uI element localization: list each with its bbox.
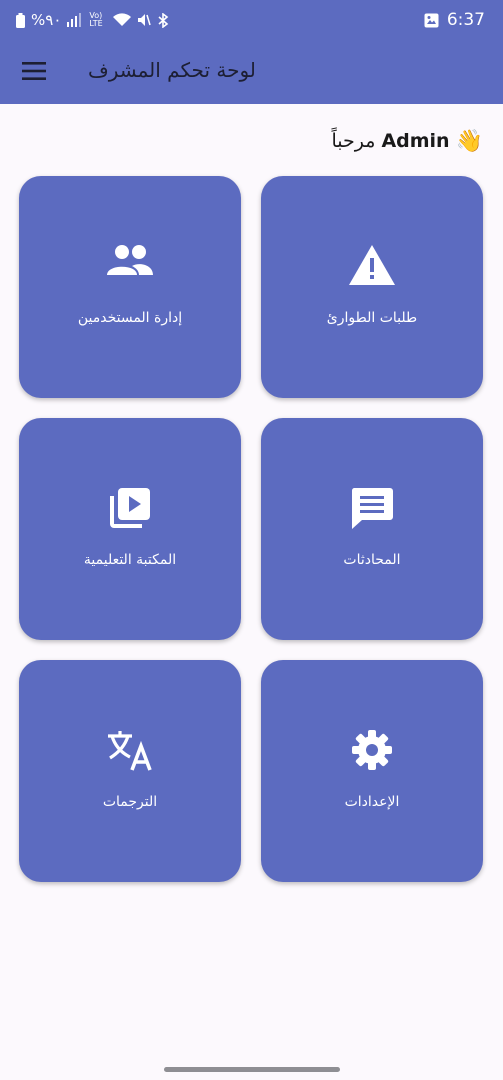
home-indicator[interactable] bbox=[164, 1067, 340, 1072]
status-bar: %٩٠ Vo) LTE 6:37 bbox=[0, 0, 503, 44]
welcome-greeting: مرحباً bbox=[331, 130, 376, 152]
tile-label: إدارة المستخدمين bbox=[77, 310, 183, 326]
tile-conversations[interactable]: المحادثات bbox=[261, 418, 483, 640]
tile-emergency-requests[interactable]: طلبات الطوارئ bbox=[261, 176, 483, 398]
tile-label: المحادثات bbox=[343, 552, 401, 568]
chat-icon bbox=[350, 486, 394, 534]
tile-label: الإعدادات bbox=[344, 794, 400, 810]
tile-label: المكتبة التعليمية bbox=[83, 552, 177, 568]
welcome-name: Admin bbox=[381, 130, 450, 152]
status-icons-left: %٩٠ Vo) LTE bbox=[16, 11, 169, 29]
page-title: لوحة تحكم المشرف bbox=[88, 58, 256, 82]
tile-label: الترجمات bbox=[102, 794, 158, 810]
tile-translations[interactable]: الترجمات bbox=[19, 660, 241, 882]
bluetooth-icon bbox=[157, 12, 169, 28]
video-library-icon bbox=[108, 486, 152, 534]
tile-settings[interactable]: الإعدادات bbox=[261, 660, 483, 882]
warning-icon bbox=[348, 244, 396, 290]
gallery-icon bbox=[424, 13, 439, 28]
network-type: Vo) LTE bbox=[89, 11, 103, 28]
battery-icon bbox=[16, 12, 25, 28]
waving-hand-icon: 👋 bbox=[455, 128, 483, 154]
app-bar: لوحة تحكم المشرف bbox=[0, 44, 503, 104]
status-icons-right: 6:37 bbox=[424, 10, 485, 30]
tile-label: طلبات الطوارئ bbox=[326, 310, 418, 326]
translate-icon bbox=[106, 728, 154, 776]
welcome-message: 👋 Admin مرحباً bbox=[332, 126, 484, 156]
signal-icon bbox=[67, 13, 83, 27]
battery-percentage: %٩٠ bbox=[31, 11, 62, 29]
people-icon bbox=[106, 244, 154, 280]
mute-icon bbox=[137, 13, 152, 27]
tile-educational-library[interactable]: المكتبة التعليمية bbox=[19, 418, 241, 640]
menu-icon bbox=[22, 62, 46, 84]
wifi-icon bbox=[113, 13, 132, 27]
status-time: 6:37 bbox=[446, 10, 485, 30]
tile-user-management[interactable]: إدارة المستخدمين bbox=[19, 176, 241, 398]
gear-icon bbox=[350, 728, 394, 776]
menu-button[interactable] bbox=[22, 58, 48, 88]
